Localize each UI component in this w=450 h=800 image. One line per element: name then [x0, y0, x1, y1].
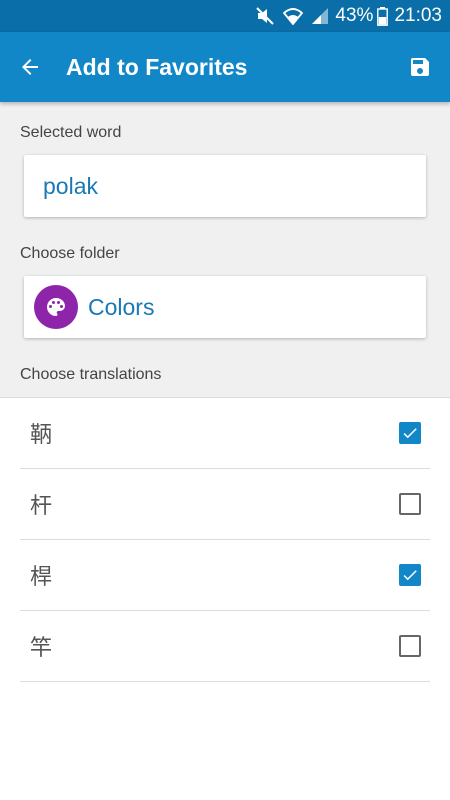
translation-checkbox-unchecked[interactable] [399, 635, 421, 657]
translations-list: 鞆 杆 桿 竿 [0, 397, 450, 682]
app-bar: Add to Favorites [0, 32, 450, 102]
translation-checkbox-unchecked[interactable] [399, 493, 421, 515]
save-icon [411, 58, 429, 76]
battery-percent: 43% [335, 5, 374, 26]
status-time: 21:03 [394, 5, 442, 26]
translation-text: 桿 [30, 565, 53, 590]
page-title: Add to Favorites [66, 53, 248, 80]
translation-checkbox-checked[interactable] [399, 564, 421, 586]
back-button[interactable] [0, 32, 60, 102]
translation-row[interactable]: 杆 [20, 469, 430, 540]
selected-word-value: polak [43, 172, 98, 199]
battery-icon [377, 6, 389, 26]
signal-icon [311, 7, 329, 25]
translation-row[interactable]: 鞆 [20, 398, 430, 469]
mute-icon [255, 6, 275, 26]
form-area: Selected word polak Choose folder Colors… [0, 102, 450, 398]
status-bar: 43% 21:03 [0, 0, 450, 32]
wifi-icon [283, 7, 304, 25]
translation-text: 竿 [30, 636, 53, 661]
folder-name: Colors [88, 293, 155, 320]
folder-selector[interactable]: Colors [24, 276, 426, 338]
translation-checkbox-checked[interactable] [399, 422, 421, 444]
palette-icon [34, 285, 78, 329]
choose-folder-label: Choose folder [20, 245, 120, 262]
selected-word-label: Selected word [20, 124, 122, 141]
arrow-back-icon [22, 59, 38, 75]
translation-row[interactable]: 竿 [20, 611, 430, 682]
translation-text: 杆 [30, 494, 53, 519]
translation-text: 鞆 [30, 423, 53, 448]
choose-translations-label: Choose translations [20, 366, 162, 383]
translation-row[interactable]: 桿 [20, 540, 430, 611]
selected-word-field[interactable]: polak [24, 155, 426, 217]
save-button[interactable] [390, 32, 450, 102]
